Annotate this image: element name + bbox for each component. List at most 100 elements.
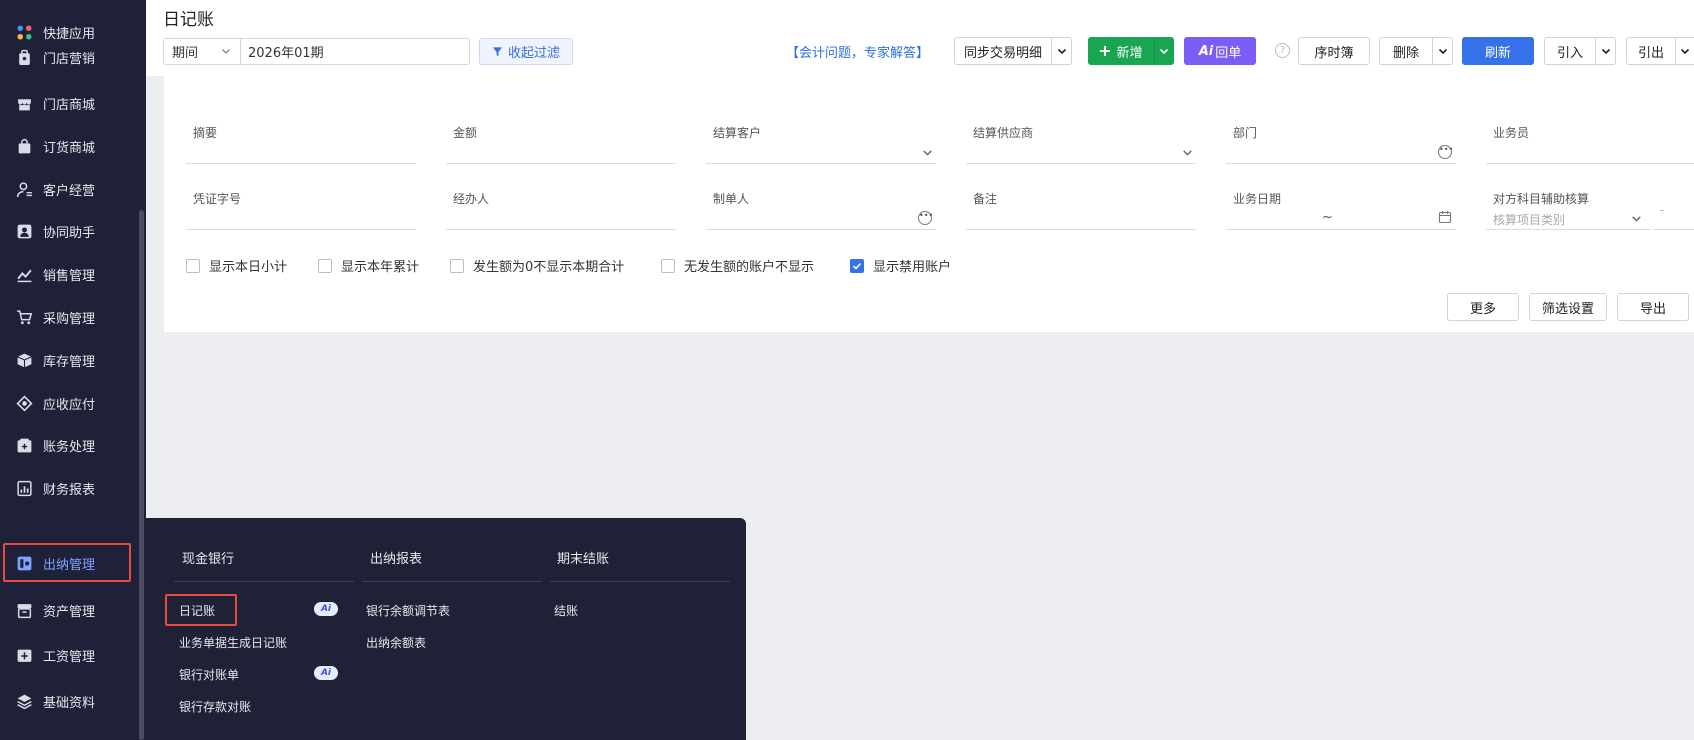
submenu-item-journal[interactable]: 日记账: [179, 602, 215, 619]
delete-button[interactable]: 删除: [1379, 37, 1433, 65]
sidebar-item-cashier[interactable]: 出纳管理: [0, 548, 140, 578]
sidebar-item-sales[interactable]: 销售管理: [0, 259, 140, 289]
sidebar-item-store-marketing[interactable]: 门店营销: [0, 42, 140, 72]
expert-help-link[interactable]: 【会计问题，专家解答】: [786, 42, 929, 61]
add-button[interactable]: 新增: [1088, 37, 1154, 65]
import-button[interactable]: 引入: [1544, 37, 1596, 65]
handler-field[interactable]: 经办人: [446, 180, 676, 230]
checkbox-box[interactable]: [850, 258, 864, 273]
checkbox-box[interactable]: [661, 258, 675, 273]
business-date-field[interactable]: 业务日期 ~: [1226, 180, 1456, 230]
submenu-item-bank-statement[interactable]: 银行对账单: [179, 666, 239, 683]
settle-supplier-field[interactable]: 结算供应商: [966, 114, 1196, 164]
sidebar-item-asset[interactable]: 资产管理: [0, 595, 140, 625]
sidebar-item-report[interactable]: 财务报表: [0, 473, 140, 503]
sidebar-item-basic-data[interactable]: 基础资料: [0, 686, 140, 716]
filter-panel: 摘要 金额 结算客户 结算供应商 部门 ••• 业务员 凭证字号 经办人 制单人: [164, 76, 1694, 332]
delete-dropdown-button[interactable]: [1433, 37, 1453, 65]
cashier-icon: [15, 554, 33, 572]
submenu-divider: [174, 581, 354, 582]
aux-category-select[interactable]: 核算项目类别: [1493, 211, 1565, 228]
asset-icon: [15, 601, 33, 619]
field-label: 结算供应商: [973, 126, 1034, 140]
department-field[interactable]: 部门 •••: [1226, 114, 1456, 164]
export-out-button[interactable]: 引出: [1626, 37, 1676, 65]
submenu-item-close-period[interactable]: 结账: [554, 602, 578, 619]
checkbox-box[interactable]: [318, 258, 332, 273]
submenu-item-balance-adjust[interactable]: 银行余额调节表: [366, 602, 450, 619]
submenu-item-generate-journal[interactable]: 业务单据生成日记账: [179, 634, 287, 651]
sidebar-item-order-mall[interactable]: 订货商城: [0, 131, 140, 161]
sidebar-item-inventory[interactable]: 库存管理: [0, 345, 140, 375]
export-out-dropdown-button[interactable]: [1676, 37, 1694, 65]
checkbox-label: 显示本年累计: [341, 260, 420, 275]
layers-icon: [15, 692, 33, 710]
sync-transactions-button[interactable]: 同步交易明细: [954, 37, 1052, 65]
chevron-down-icon: [1680, 48, 1690, 55]
refresh-button[interactable]: 刷新: [1462, 37, 1534, 65]
submenu-item-bank-reconcile[interactable]: 银行存款对账: [179, 698, 251, 715]
chevron-down-icon: [923, 150, 932, 156]
show-disabled-accounts-checkbox[interactable]: 显示禁用账户: [850, 256, 951, 275]
salesperson-field[interactable]: 业务员: [1486, 114, 1694, 164]
collab-icon: [15, 222, 33, 240]
sidebar-item-label: 销售管理: [43, 268, 96, 284]
settle-customer-field[interactable]: 结算客户: [706, 114, 936, 164]
sidebar-item-label: 财务报表: [43, 482, 96, 498]
amount-field[interactable]: 金额: [446, 114, 676, 164]
period-select[interactable]: 期间: [163, 38, 241, 65]
sidebar-scrollbar[interactable]: [139, 210, 144, 740]
voucher-no-field[interactable]: 凭证字号: [186, 180, 416, 230]
remark-field[interactable]: 备注: [966, 180, 1196, 230]
sidebar-item-purchase[interactable]: 采购管理: [0, 302, 140, 332]
sidebar-item-store-mall[interactable]: 门店商城: [0, 88, 140, 118]
store-marketing-icon: [15, 48, 33, 66]
sidebar-item-collab[interactable]: 协同助手: [0, 216, 140, 246]
more-button[interactable]: 更多: [1447, 293, 1519, 321]
show-daily-subtotal-checkbox[interactable]: 显示本日小计: [186, 256, 287, 275]
field-label: 部门: [1233, 126, 1258, 140]
field-label: 业务日期: [1233, 192, 1282, 206]
help-icon[interactable]: ?: [1275, 43, 1290, 58]
export-button[interactable]: 导出: [1617, 293, 1689, 321]
collapse-filter-button[interactable]: 收起过滤: [479, 38, 573, 65]
checkbox-label: 显示本日小计: [209, 260, 288, 275]
sidebar-item-label: 采购管理: [43, 311, 96, 327]
import-dropdown-button[interactable]: [1596, 37, 1616, 65]
more-dots-icon[interactable]: •••: [918, 211, 933, 225]
report-icon: [15, 479, 33, 497]
field-label: 对方科目辅助核算: [1493, 192, 1590, 206]
sync-dropdown-button[interactable]: [1052, 37, 1072, 65]
sidebar-item-customer[interactable]: 客户经营: [0, 174, 140, 204]
chevron-down-icon: [1057, 48, 1066, 55]
creator-field[interactable]: 制单人 •••: [706, 180, 936, 230]
journal-book-button[interactable]: 序时簿: [1298, 37, 1370, 65]
hide-no-activity-checkbox[interactable]: 无发生额的账户不显示: [661, 256, 814, 275]
field-label: 业务员: [1493, 126, 1530, 140]
ai-receipt-button[interactable]: Ai 回单: [1184, 37, 1256, 65]
order-mall-icon: [15, 137, 33, 155]
calendar-icon[interactable]: [1438, 210, 1452, 224]
show-year-total-checkbox[interactable]: 显示本年累计: [318, 256, 419, 275]
checkbox-label: 显示禁用账户: [873, 260, 952, 275]
checkbox-box[interactable]: [186, 258, 200, 273]
submenu-item-cashier-balance[interactable]: 出纳余额表: [366, 634, 426, 651]
checkbox-box[interactable]: [450, 258, 464, 273]
sidebar-item-ledger[interactable]: 账务处理: [0, 430, 140, 460]
add-dropdown-button[interactable]: [1154, 37, 1174, 65]
aux-suffix: -: [1660, 203, 1665, 217]
hide-zero-total-checkbox[interactable]: 发生额为0不显示本期合计: [450, 256, 624, 275]
chevron-down-icon: [1159, 48, 1169, 55]
sidebar-item-salary[interactable]: 工资管理: [0, 640, 140, 670]
sidebar-item-label: 资产管理: [43, 604, 96, 620]
filter-settings-button[interactable]: 筛选设置: [1529, 293, 1607, 321]
period-input[interactable]: 2026年01期: [240, 38, 470, 65]
page-title: 日记账: [163, 10, 214, 30]
aux-accounting-field[interactable]: 对方科目辅助核算 核算项目类别: [1486, 180, 1651, 230]
sidebar-item-label: 账务处理: [43, 439, 96, 455]
summary-field[interactable]: 摘要: [186, 114, 416, 164]
sidebar-item-receivable[interactable]: 应收应付: [0, 388, 140, 418]
sidebar-item-label: 出纳管理: [43, 557, 96, 573]
collapse-filter-label: 收起过滤: [507, 46, 560, 61]
more-dots-icon[interactable]: •••: [1438, 145, 1453, 159]
